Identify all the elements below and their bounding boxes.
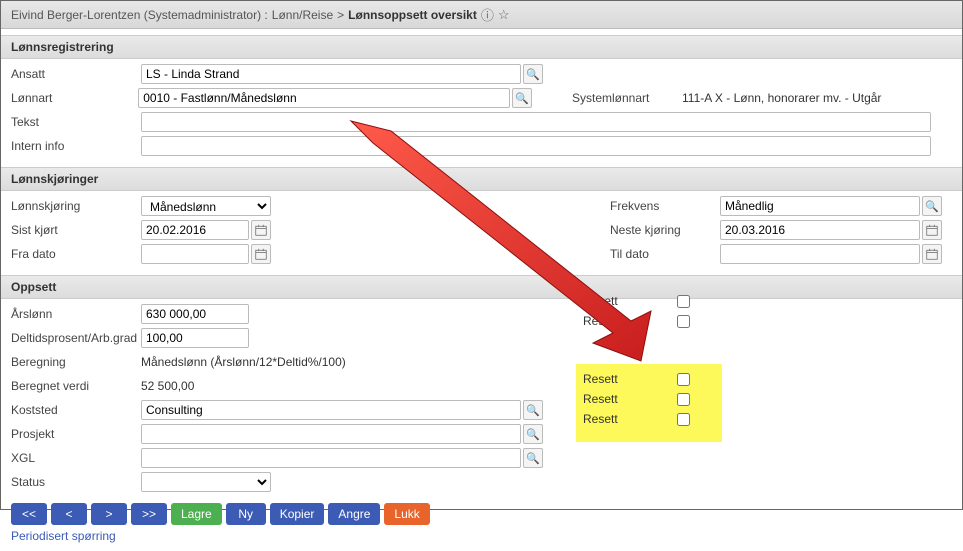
label-sistkjort: Sist kjørt (11, 223, 141, 237)
resett-label-1: Resett (583, 294, 677, 308)
breadcrumb-user: Eivind Berger-Lorentzen (Systemadministr… (11, 8, 268, 22)
label-xgl: XGL (11, 451, 141, 465)
next-button[interactable]: > (91, 503, 127, 525)
label-tekst: Tekst (11, 115, 141, 129)
nestekjoring-input[interactable] (720, 220, 920, 240)
section-header-oppsett: Oppsett (1, 275, 962, 299)
ny-button[interactable]: Ny (226, 503, 266, 525)
label-prosjekt: Prosjekt (11, 427, 141, 441)
tildato-input[interactable] (720, 244, 920, 264)
tekst-input[interactable] (141, 112, 931, 132)
prosjekt-lookup-icon[interactable]: 🔍 (523, 424, 543, 444)
label-arslonn: Årslønn (11, 307, 141, 321)
label-ansatt: Ansatt (11, 67, 141, 81)
prev-button[interactable]: < (51, 503, 87, 525)
resett-checkbox-1[interactable] (677, 295, 690, 308)
fradato-calendar-icon[interactable] (251, 244, 271, 264)
nestekjoring-calendar-icon[interactable] (922, 220, 942, 240)
intern-input[interactable] (141, 136, 931, 156)
resett-checkbox-5[interactable] (677, 413, 690, 426)
koststed-input[interactable] (141, 400, 521, 420)
koststed-lookup-icon[interactable]: 🔍 (523, 400, 543, 420)
kopier-button[interactable]: Kopier (270, 503, 325, 525)
beregning-value: Månedslønn (Årslønn/12*Deltid%/100) (141, 355, 346, 369)
resett-checkbox-2[interactable] (677, 315, 690, 328)
systemlonnart-value: 111-A X - Lønn, honorarer mv. - Utgår (682, 91, 942, 105)
lonnart-input[interactable] (138, 88, 510, 108)
ansatt-input[interactable] (141, 64, 521, 84)
label-tildato: Til dato (610, 247, 720, 261)
sistkjort-calendar-icon[interactable] (251, 220, 271, 240)
lukk-button[interactable]: Lukk (384, 503, 429, 525)
resett-label-5: Resett (583, 412, 677, 426)
label-kjoring: Lønnskjøring (11, 199, 141, 213)
star-icon[interactable]: ☆ (498, 7, 510, 23)
button-bar: << < > >> Lagre Ny Kopier Angre Lukk (1, 497, 962, 529)
fradato-input[interactable] (141, 244, 249, 264)
arslonn-input[interactable] (141, 304, 249, 324)
prosjekt-input[interactable] (141, 424, 521, 444)
label-beregnet: Beregnet verdi (11, 379, 141, 393)
xgl-input[interactable] (141, 448, 521, 468)
section-registrering: Ansatt 🔍 Lønnart 🔍 Systemlønnart 111-A X… (1, 59, 962, 161)
label-lonnart: Lønnart (11, 91, 138, 105)
ansatt-lookup-icon[interactable]: 🔍 (523, 64, 543, 84)
last-button[interactable]: >> (131, 503, 167, 525)
label-fradato: Fra dato (11, 247, 141, 261)
frekvens-lookup-icon[interactable]: 🔍 (922, 196, 942, 216)
label-intern: Intern info (11, 139, 141, 153)
section-kjoringer: Lønnskjøring Månedslønn Frekvens 🔍 Sist … (1, 191, 962, 269)
periodisert-link[interactable]: Periodisert spørring (1, 529, 962, 551)
breadcrumb-sep: > (337, 8, 344, 22)
resett-label-4: Resett (583, 392, 677, 406)
section-oppsett: Årslønn Deltidsprosent/Arb.grad Beregnin… (1, 299, 962, 497)
lagre-button[interactable]: Lagre (171, 503, 222, 525)
help-icon[interactable]: ⓘ (481, 5, 494, 24)
xgl-lookup-icon[interactable]: 🔍 (523, 448, 543, 468)
kjoring-select[interactable]: Månedslønn (141, 196, 271, 216)
label-beregning: Beregning (11, 355, 141, 369)
section-header-registrering: Lønnsregistrering (1, 35, 962, 59)
deltid-input[interactable] (141, 328, 249, 348)
angre-button[interactable]: Angre (328, 503, 380, 525)
label-deltid: Deltidsprosent/Arb.grad (11, 331, 141, 345)
status-select[interactable] (141, 472, 271, 492)
label-frekvens: Frekvens (610, 199, 720, 213)
beregnet-value: 52 500,00 (141, 379, 194, 393)
label-koststed: Koststed (11, 403, 141, 417)
frekvens-input[interactable] (720, 196, 920, 216)
resett-checkbox-3[interactable] (677, 373, 690, 386)
label-nestekjoring: Neste kjøring (610, 223, 720, 237)
breadcrumb-path[interactable]: Lønn/Reise (272, 8, 333, 22)
breadcrumb: Eivind Berger-Lorentzen (Systemadministr… (1, 1, 962, 29)
section-header-kjoringer: Lønnskjøringer (1, 167, 962, 191)
resett-label-2: Resett (583, 314, 677, 328)
tildato-calendar-icon[interactable] (922, 244, 942, 264)
first-button[interactable]: << (11, 503, 47, 525)
label-systemlonnart: Systemlønnart (572, 91, 682, 105)
label-status: Status (11, 475, 141, 489)
resett-label-3: Resett (583, 372, 677, 386)
resett-column: Resett Resett Resett Resett Resett (583, 291, 690, 429)
breadcrumb-current: Lønnsoppsett oversikt (348, 8, 477, 22)
lonnart-lookup-icon[interactable]: 🔍 (512, 88, 532, 108)
sistkjort-input[interactable] (141, 220, 249, 240)
resett-checkbox-4[interactable] (677, 393, 690, 406)
